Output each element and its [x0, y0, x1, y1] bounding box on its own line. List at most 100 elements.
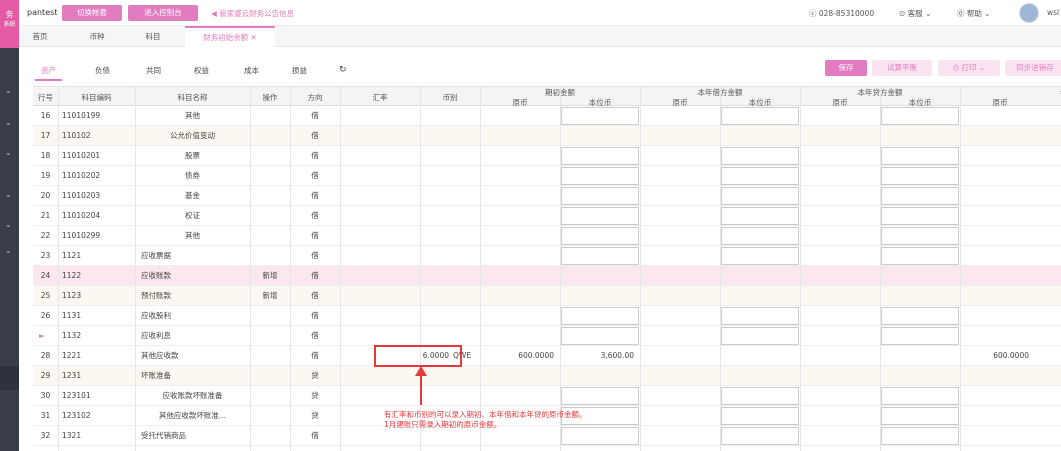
opening-local-input[interactable] — [561, 247, 639, 265]
app-logo[interactable]: 务 系统 — [0, 0, 19, 48]
debit-local-input[interactable] — [721, 107, 799, 125]
column-divider — [800, 86, 801, 451]
help-icon: ⓪ — [957, 9, 967, 18]
chevron-down-icon[interactable]: ⌄ — [5, 220, 12, 229]
table-row[interactable]: 1132 应收利息 借 ► — [33, 326, 1061, 346]
table-row[interactable]: 19 11010202 债券 借 — [33, 166, 1061, 186]
credit-local-input[interactable] — [881, 247, 959, 265]
subject-name-cell: 应收账款 — [141, 271, 171, 280]
save-button[interactable]: 保存 — [825, 60, 867, 76]
filter-tab-common[interactable]: 共同 — [146, 65, 161, 76]
table-row[interactable]: 17 110102 公允价值变动 借 — [33, 126, 1061, 146]
credit-local-input[interactable] — [881, 207, 959, 225]
opening-local-input[interactable] — [561, 107, 639, 125]
filter-tab-cost[interactable]: 成本 — [244, 65, 259, 76]
credit-local-input[interactable] — [881, 407, 959, 425]
table-row[interactable]: 30 123101 应收账款坏账准备 贷 — [33, 386, 1061, 406]
debit-local-input[interactable] — [721, 207, 799, 225]
opening-local-input[interactable] — [561, 167, 639, 185]
credit-local-input[interactable] — [881, 227, 959, 245]
credit-local-input[interactable] — [881, 327, 959, 345]
trial-balance-button[interactable]: 试算平衡 — [872, 60, 932, 76]
chevron-down-icon[interactable]: ⌄ — [5, 118, 12, 127]
credit-local-input[interactable] — [881, 147, 959, 165]
debit-local-input[interactable] — [721, 187, 799, 205]
debit-local-input[interactable] — [721, 247, 799, 265]
sidebar-active-block[interactable] — [0, 366, 19, 390]
chevron-up-icon[interactable]: ⌃ — [5, 250, 12, 259]
debit-local-input[interactable] — [721, 147, 799, 165]
direction-cell: 贷 — [311, 371, 319, 380]
row-number-cell: 32 — [40, 431, 51, 440]
notice-link[interactable]: ◀︎ 管家婆云财务公告信息 — [211, 8, 294, 19]
opening-local-input[interactable] — [561, 187, 639, 205]
switch-account-button[interactable]: 切换帐套 — [62, 5, 122, 21]
opening-local-input[interactable] — [561, 387, 639, 405]
help-menu[interactable]: ⓪ 帮助 ⌄ — [957, 8, 991, 19]
chevron-down-icon[interactable]: ⌄ — [5, 190, 12, 199]
credit-local-input[interactable] — [881, 107, 959, 125]
credit-local-input[interactable] — [881, 167, 959, 185]
tab-subject[interactable]: 科目 — [133, 26, 173, 47]
debit-local-input[interactable] — [721, 167, 799, 185]
print-button[interactable]: ⎙ 打印 ⌄ — [938, 60, 1000, 76]
table-header: 行号 科目编码 科目名称 操作 方向 汇率 币别 期初金额 原币 本位币 本年借… — [33, 86, 1061, 107]
debit-local-input[interactable] — [721, 327, 799, 345]
avatar[interactable] — [1019, 3, 1039, 23]
service-menu[interactable]: ⊙ 客服 ⌄ — [899, 8, 931, 19]
operation-cell — [250, 366, 290, 386]
table-row[interactable]: 16 11010199 其他 借 — [33, 106, 1061, 126]
table-row[interactable]: 18 11010201 股票 借 — [33, 146, 1061, 166]
refresh-icon[interactable]: ↻ — [339, 65, 347, 75]
opening-local-input[interactable] — [561, 147, 639, 165]
subject-code-cell: 110102 — [62, 131, 91, 140]
row-number-cell: 31 — [40, 411, 51, 420]
debit-local-input[interactable] — [721, 227, 799, 245]
table-row[interactable]: 23 1121 应收票据 借 — [33, 246, 1061, 266]
table-row[interactable]: 28 1221 其他应收款借 6.0000 QWE 600.0000 3,600.00 600… — [33, 346, 1061, 366]
table-row[interactable]: 29 1231 坏账准备 贷 — [33, 366, 1061, 386]
debit-local-input[interactable] — [721, 307, 799, 325]
debit-local-input[interactable] — [721, 387, 799, 405]
debit-local-input[interactable] — [721, 407, 799, 425]
subject-code-cell: 11010203 — [62, 191, 101, 200]
subject-code-cell: 11010202 — [62, 171, 101, 180]
chevron-down-icon: ⌄ — [978, 63, 986, 72]
close-icon[interactable]: ✕ — [251, 33, 257, 42]
chevron-down-icon[interactable]: ⌄ — [5, 86, 12, 95]
table-row[interactable]: 24 1122 应收账款 新增 借 — [33, 266, 1061, 286]
sync-inventory-button[interactable]: 同步进销存 — [1005, 60, 1061, 76]
filter-bar: 资产 负债 共同 权益 成本 损益 ↻ 保存 试算平衡 ⎙ 打印 ⌄ 同步进销存 — [19, 47, 1061, 85]
operation-cell — [250, 186, 290, 206]
user-name[interactable]: wsl — [1047, 8, 1059, 17]
table-row[interactable]: 20 11010203 基金 借 — [33, 186, 1061, 206]
direction-cell: 借 — [311, 171, 319, 180]
enter-console-button[interactable]: 进入控制台 — [128, 5, 198, 21]
opening-local-input[interactable] — [561, 207, 639, 225]
debit-local-input[interactable] — [721, 427, 799, 445]
filter-tab-equity[interactable]: 权益 — [194, 65, 209, 76]
row-number-cell: 19 — [40, 171, 51, 180]
credit-local-input[interactable] — [881, 427, 959, 445]
table-row[interactable]: 26 1131 应收股利 借 — [33, 306, 1061, 326]
chevron-down-icon[interactable]: ⌄ — [5, 148, 12, 157]
credit-local-input[interactable] — [881, 187, 959, 205]
column-divider — [250, 86, 251, 451]
credit-local-input[interactable] — [881, 307, 959, 325]
table-row[interactable]: 22 11010299 其他 借 — [33, 226, 1061, 246]
tab-currency[interactable]: 币种 — [77, 26, 117, 47]
filter-tab-assets[interactable]: 资产 — [35, 65, 62, 81]
credit-local-input[interactable] — [881, 387, 959, 405]
tab-initial-balance[interactable]: 财务初始余额 ✕ — [185, 26, 275, 47]
filter-tab-liabilities[interactable]: 负债 — [95, 65, 110, 76]
direction-cell: 借 — [311, 191, 319, 200]
table-row[interactable]: 25 1123 预付账款 新增 借 — [33, 286, 1061, 306]
speaker-icon: ◀︎ — [211, 9, 220, 18]
opening-local-input[interactable] — [561, 307, 639, 325]
filter-tab-profit-loss[interactable]: 损益 — [292, 65, 307, 76]
tab-home[interactable]: 首页 — [23, 26, 57, 47]
table-row[interactable]: 21 11010204 权证 借 — [33, 206, 1061, 226]
column-divider — [480, 86, 481, 451]
opening-local-input[interactable] — [561, 227, 639, 245]
opening-local-input[interactable] — [561, 327, 639, 345]
